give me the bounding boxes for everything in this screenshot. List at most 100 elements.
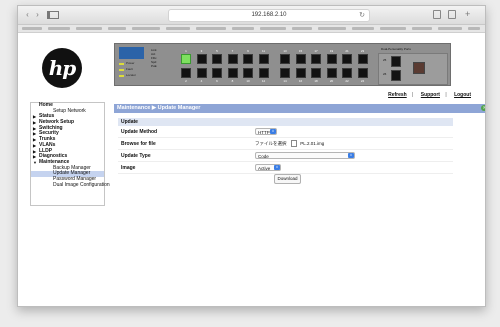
sfp-slot[interactable]	[413, 62, 425, 74]
port-number: 16	[298, 79, 303, 83]
switch-port[interactable]	[196, 68, 207, 78]
sfp-port[interactable]	[391, 70, 401, 81]
bookmark-item[interactable]	[292, 27, 312, 30]
port-number: 1	[185, 49, 187, 53]
switch-port[interactable]	[258, 68, 269, 78]
led-label: Fault	[126, 67, 133, 71]
bookmark-item[interactable]	[232, 27, 254, 30]
bookmark-item[interactable]	[108, 27, 126, 30]
switch-port[interactable]	[295, 54, 306, 64]
refresh-link[interactable]: Refresh	[388, 92, 407, 98]
switch-port[interactable]	[357, 68, 368, 78]
switch-port[interactable]	[212, 54, 222, 64]
image-select[interactable]: Active ⇕	[255, 164, 281, 171]
bookmark-item[interactable]	[76, 27, 102, 30]
port-number: 3	[200, 49, 203, 53]
bookmark-item[interactable]	[22, 27, 42, 30]
switch-port[interactable]	[280, 54, 290, 64]
file-icon	[290, 140, 297, 148]
sfp-port-number: 25	[383, 58, 387, 62]
switch-port[interactable]	[311, 54, 321, 64]
port-number: 22	[345, 79, 349, 83]
bookmark-item[interactable]	[318, 27, 346, 30]
image-row: Image Active ⇕	[118, 162, 453, 174]
bookmark-item[interactable]	[166, 27, 190, 30]
logout-link[interactable]: Logout	[454, 92, 471, 98]
page-title: Maintenance ▶ Update Manager	[117, 105, 201, 111]
port-number: 7	[231, 49, 234, 53]
switch-port[interactable]	[326, 68, 337, 78]
update-type-select[interactable]: Code ⇕	[255, 152, 355, 159]
bookmark-item[interactable]	[196, 27, 226, 30]
switch-port[interactable]	[357, 54, 368, 64]
support-link[interactable]: Support	[421, 92, 440, 98]
nav-item-dual-image-configuration[interactable]: Dual Image Configuration	[31, 182, 110, 189]
switch-model-label	[119, 47, 144, 59]
sfp-port-number: 26	[383, 72, 387, 76]
forward-button[interactable]: ›	[33, 10, 42, 19]
locator-led	[119, 75, 124, 77]
choose-file-button[interactable]: ファイルを選択	[255, 140, 287, 147]
separator: |	[412, 92, 414, 98]
new-tab-icon[interactable]: +	[465, 10, 473, 19]
switch-port[interactable]	[181, 54, 191, 64]
nav-item-maintenance[interactable]: ▼ Maintenance	[31, 159, 104, 166]
file-picker[interactable]: ファイルを選択 PL.2.01.img	[255, 140, 324, 148]
sidebar-icon[interactable]	[47, 11, 59, 19]
switch-port[interactable]	[311, 68, 321, 78]
back-button[interactable]: ‹	[23, 10, 32, 19]
port-number: 6	[216, 79, 218, 83]
update-type-row: Update Type Code ⇕	[118, 150, 453, 162]
switch-port[interactable]	[342, 54, 352, 64]
port-number: 11	[261, 49, 266, 53]
switch-faceplate: Power Fault Locator Link Act FDx Spd PoE…	[114, 43, 451, 86]
switch-port[interactable]	[181, 68, 191, 78]
update-method-value: HTTP	[258, 130, 270, 135]
logo-text: hp	[48, 56, 77, 80]
page-title-bar: Maintenance ▶ Update Manager ?	[114, 104, 485, 113]
sfp-module: Dual-Personality Ports 25 26	[378, 47, 448, 85]
switch-port[interactable]	[212, 68, 222, 78]
bookmark-item[interactable]	[260, 27, 286, 30]
select-arrow-icon: ⇕	[274, 165, 280, 170]
tabs-icon[interactable]	[448, 10, 456, 19]
port-number: 14	[283, 79, 287, 83]
switch-port[interactable]	[243, 68, 253, 78]
nav-item-home[interactable]: Home	[31, 102, 104, 109]
bookmark-item[interactable]	[48, 27, 70, 30]
help-icon[interactable]: ?	[481, 105, 485, 111]
top-links: Refresh | Support | Logout	[382, 92, 471, 98]
bookmark-item[interactable]	[438, 27, 462, 30]
bookmark-item[interactable]	[132, 27, 160, 30]
switch-port[interactable]	[326, 54, 337, 64]
sfp-port[interactable]	[391, 56, 401, 67]
sfp-title: Dual-Personality Ports	[381, 47, 411, 51]
update-method-select[interactable]: HTTP ⇕	[255, 128, 277, 135]
switch-port[interactable]	[280, 68, 290, 78]
port-number: 23	[360, 49, 365, 53]
bookmark-item[interactable]	[412, 27, 432, 30]
bookmark-item[interactable]	[468, 27, 480, 30]
reload-icon[interactable]: ↻	[359, 10, 365, 21]
switch-port[interactable]	[227, 54, 238, 64]
bookmarks-bar	[18, 25, 485, 33]
image-value: Active	[258, 166, 271, 171]
share-icon[interactable]	[433, 10, 441, 19]
url-text: 192.168.2.10	[251, 12, 287, 18]
switch-port[interactable]	[295, 68, 306, 78]
address-bar[interactable]: 192.168.2.10 ↻	[168, 9, 370, 22]
port-number: 10	[246, 79, 250, 83]
switch-port[interactable]	[243, 54, 253, 64]
switch-port[interactable]	[342, 68, 352, 78]
bookmark-item[interactable]	[380, 27, 406, 30]
status-leds: Power Fault Locator	[119, 62, 149, 82]
bookmark-item[interactable]	[352, 27, 374, 30]
port-number: 21	[345, 49, 349, 53]
hp-logo: hp	[42, 48, 82, 88]
select-arrow-icon: ⇕	[270, 129, 276, 134]
switch-port[interactable]	[227, 68, 238, 78]
update-form: Update Update Method HTTP ⇕ Browse for f…	[118, 118, 453, 174]
download-button[interactable]: Download	[274, 174, 301, 184]
switch-port[interactable]	[258, 54, 269, 64]
switch-port[interactable]	[196, 54, 207, 64]
